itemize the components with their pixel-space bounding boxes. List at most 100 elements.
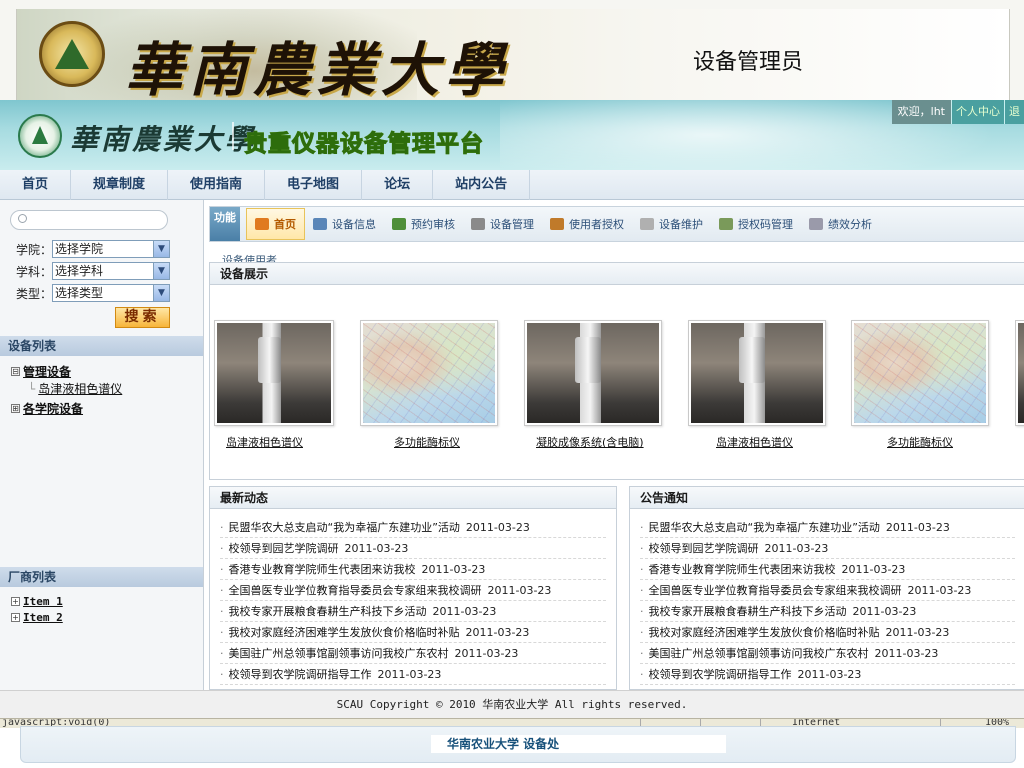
tree-node-label[interactable]: Item 1 [23, 595, 63, 608]
notice-title[interactable]: 校领导到园艺学院调研 [649, 542, 759, 555]
tab-user-authorization[interactable]: 使用者授权 [542, 207, 632, 241]
list-item[interactable]: · 校领导到园艺学院调研 2011-03-23 [220, 538, 606, 559]
list-item[interactable]: · 美国驻广州总领事馆副领事访问我校广东农村 2011-03-23 [220, 643, 606, 664]
nav-guide[interactable]: 使用指南 [168, 170, 266, 200]
tree-node-managed-devices[interactable]: ⊟ 管理设备 [11, 363, 71, 380]
list-item[interactable]: · 校领导到园艺学院调研 2011-03-23 [640, 538, 1015, 559]
list-item[interactable]: · 校领导到农学院调研指导工作 2011-03-23 [220, 664, 606, 685]
news-date: 2011-03-23 [377, 668, 442, 681]
notice-title[interactable]: 香港专业教育学院师生代表团来访我校 [649, 563, 836, 576]
device-image [854, 323, 986, 423]
vendor-list-header: 厂商列表 [0, 567, 203, 587]
list-item[interactable]: · 香港专业教育学院师生代表团来访我校 2011-03-23 [640, 559, 1015, 580]
list-item[interactable]: · 全国兽医专业学位教育指导委员会专家组来我校调研 2011-03-23 [640, 580, 1015, 601]
chevron-down-icon[interactable]: ▼ [153, 241, 169, 257]
device-thumbnail[interactable] [214, 320, 334, 426]
chevron-down-icon[interactable]: ▼ [153, 263, 169, 279]
expand-icon[interactable]: ⊞ [11, 404, 20, 413]
device-name-link[interactable]: 凝胶成像系统(含电脑) [524, 434, 664, 450]
tab-performance-analysis[interactable]: 绩效分析 [801, 207, 880, 241]
tab-device-maintenance[interactable]: 设备维护 [632, 207, 711, 241]
list-item[interactable]: · 我校专家开展粮食春耕生产科技下乡活动 2011-03-23 [640, 601, 1015, 622]
news-title[interactable]: 香港专业教育学院师生代表团来访我校 [229, 563, 416, 576]
notice-title[interactable]: 全国兽医专业学位教育指导委员会专家组来我校调研 [649, 584, 902, 597]
tab-label: 预约审核 [411, 218, 455, 231]
nav-announcements[interactable]: 站内公告 [433, 170, 531, 200]
list-item[interactable]: · 民盟华农大总支启动“我为幸福广东建功业”活动 2011-03-23 [220, 517, 606, 538]
notice-date: 2011-03-23 [841, 563, 906, 576]
notice-title[interactable]: 民盟华农大总支启动“我为幸福广东建功业”活动 [649, 521, 880, 534]
user-center-link[interactable]: 个人中心 [951, 100, 1004, 124]
tab-authcode-management[interactable]: 授权码管理 [711, 207, 801, 241]
tree-node-label[interactable]: Item 2 [23, 611, 63, 624]
device-thumbnail[interactable] [851, 320, 989, 426]
tab-home[interactable]: 首页 [246, 208, 305, 240]
list-item[interactable]: · 我校专家开展粮食春耕生产科技下乡活动 2011-03-23 [220, 601, 606, 622]
search-button[interactable]: 搜索 [115, 307, 170, 328]
news-title[interactable]: 我校对家庭经济困难学生发放伙食价格临时补贴 [229, 626, 460, 639]
bullet-icon: · [220, 542, 224, 555]
chevron-down-icon[interactable]: ▼ [153, 285, 169, 301]
list-item[interactable]: · 校领导到农学院调研指导工作 2011-03-23 [640, 664, 1015, 685]
list-item[interactable]: · 我校对家庭经济困难学生发放伙食价格临时补贴 2011-03-23 [220, 622, 606, 643]
expand-icon[interactable]: + [11, 613, 20, 622]
college-select-value: 选择学院 [55, 242, 104, 256]
device-thumbnail[interactable] [524, 320, 662, 426]
news-title[interactable]: 我校专家开展粮食春耕生产科技下乡活动 [229, 605, 427, 618]
tab-device-management[interactable]: 设备管理 [463, 207, 542, 241]
device-card[interactable]: 凝胶成像系统(含电脑) [524, 320, 664, 450]
news-date: 2011-03-23 [432, 605, 497, 618]
news-title[interactable]: 民盟华农大总支启动“我为幸福广东建功业”活动 [229, 521, 460, 534]
nav-home[interactable]: 首页 [0, 170, 72, 200]
tab-device-info[interactable]: 设备信息 [305, 207, 384, 241]
device-name-link[interactable]: 多功能酶标仪 [360, 434, 500, 450]
tree-node-label[interactable]: 岛津液相色谱仪 [38, 380, 122, 397]
tree-node-label[interactable]: 管理设备 [23, 363, 71, 380]
device-name-link[interactable]: 岛津液相色谱仪 [214, 434, 354, 450]
list-item[interactable]: · 香港专业教育学院师生代表团来访我校 2011-03-23 [220, 559, 606, 580]
device-card[interactable]: 多功能酶标仪 [360, 320, 500, 450]
device-thumbnail[interactable] [688, 320, 826, 426]
list-item[interactable]: · 全国兽医专业学位教育指导委员会专家组来我校调研 2011-03-23 [220, 580, 606, 601]
tab-reservation-review[interactable]: 预约审核 [384, 207, 463, 241]
tree-node-device-item[interactable]: └ 岛津液相色谱仪 [28, 380, 122, 397]
tree-node-vendor-item[interactable]: + Item 1 [11, 595, 63, 608]
bullet-icon: · [220, 584, 224, 597]
device-thumbnail[interactable] [1015, 320, 1024, 426]
device-card[interactable]: 多功能酶标仪 [851, 320, 991, 450]
collapse-icon[interactable]: ⊟ [11, 367, 20, 376]
list-item[interactable]: · 民盟华农大总支启动“我为幸福广东建功业”活动 2011-03-23 [640, 517, 1015, 538]
news-title[interactable]: 全国兽医专业学位教育指导委员会专家组来我校调研 [229, 584, 482, 597]
nav-map[interactable]: 电子地图 [265, 170, 363, 200]
submenu-hint[interactable]: 设备使用者 [222, 252, 277, 262]
tree-node-label[interactable]: 各学院设备 [23, 400, 83, 417]
device-thumbnail[interactable] [360, 320, 498, 426]
notice-title[interactable]: 我校专家开展粮食春耕生产科技下乡活动 [649, 605, 847, 618]
list-item[interactable]: · 我校对家庭经济困难学生发放伙食价格临时补贴 2011-03-23 [640, 622, 1015, 643]
device-card[interactable]: 岛津液相色谱仪 [688, 320, 828, 450]
list-item[interactable]: · 美国驻广州总领事馆副领事访问我校广东农村 2011-03-23 [640, 643, 1015, 664]
tree-node-vendor-item[interactable]: + Item 2 [11, 611, 63, 624]
device-card[interactable] [1015, 320, 1024, 434]
notice-title[interactable]: 校领导到农学院调研指导工作 [649, 668, 792, 681]
news-list: · 民盟华农大总支启动“我为幸福广东建功业”活动 2011-03-23 · 校领导到园… [210, 509, 616, 685]
logout-link[interactable]: 退 [1004, 100, 1024, 124]
device-name-link[interactable]: 岛津液相色谱仪 [688, 434, 828, 450]
news-title[interactable]: 美国驻广州总领事馆副领事访问我校广东农村 [229, 647, 449, 660]
nav-forum[interactable]: 论坛 [362, 170, 434, 200]
nav-regulations[interactable]: 规章制度 [71, 170, 169, 200]
type-select[interactable]: 选择类型 ▼ [52, 284, 170, 302]
device-name-link[interactable]: 多功能酶标仪 [851, 434, 991, 450]
subject-select[interactable]: 选择学科 ▼ [52, 262, 170, 280]
news-date: 2011-03-23 [487, 584, 552, 597]
news-title[interactable]: 校领导到园艺学院调研 [229, 542, 339, 555]
notice-title[interactable]: 我校对家庭经济困难学生发放伙食价格临时补贴 [649, 626, 880, 639]
news-title[interactable]: 校领导到农学院调研指导工作 [229, 668, 372, 681]
expand-icon[interactable]: + [11, 597, 20, 606]
device-card[interactable]: 岛津液相色谱仪 [214, 320, 354, 450]
tree-node-college-devices[interactable]: ⊞ 各学院设备 [11, 400, 83, 417]
banner-university-name: 華南農業大學 [125, 36, 510, 100]
college-select[interactable]: 选择学院 ▼ [52, 240, 170, 258]
search-input[interactable] [10, 210, 168, 230]
notice-title[interactable]: 美国驻广州总领事馆副领事访问我校广东农村 [649, 647, 869, 660]
